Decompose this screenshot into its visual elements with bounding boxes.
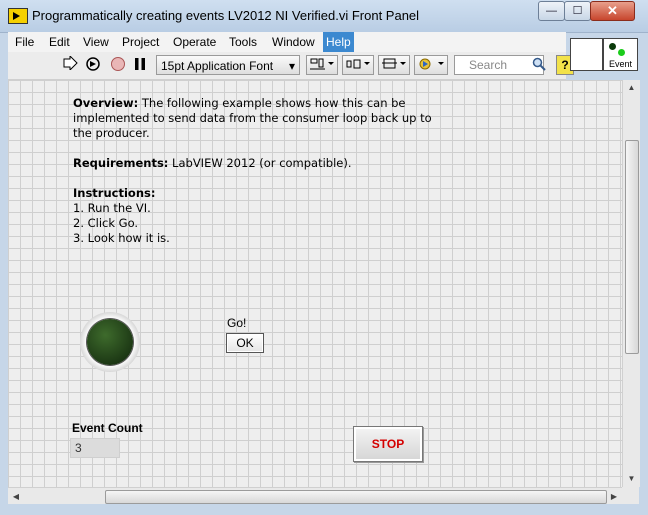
menu-view[interactable]: View xyxy=(80,32,112,52)
vertical-scroll-thumb[interactable] xyxy=(625,140,639,354)
event-count-label: Event Count xyxy=(72,421,143,435)
boolean-led-indicator xyxy=(87,319,133,365)
vertical-scrollbar[interactable]: ▲ ▼ xyxy=(622,80,640,487)
window-bottom-border xyxy=(0,504,648,515)
instruction-step: 1. Run the VI. xyxy=(73,201,151,215)
labview-app-icon xyxy=(8,8,28,24)
scroll-down-icon[interactable]: ▼ xyxy=(623,471,640,487)
led-icon-dark xyxy=(609,43,616,50)
align-objects-icon[interactable] xyxy=(306,55,338,75)
menu-bar: File Edit View Project Operate Tools Win… xyxy=(8,32,566,52)
maximize-button[interactable]: ☐ xyxy=(564,1,591,21)
vi-icon[interactable]: Event xyxy=(603,38,638,71)
search-icon[interactable] xyxy=(532,57,546,74)
font-select[interactable]: 15pt Application Font ▾ xyxy=(156,55,300,75)
stop-button[interactable]: STOP xyxy=(353,426,423,462)
front-panel: Overview: The following example shows ho… xyxy=(8,80,622,487)
reorder-icon[interactable] xyxy=(414,55,448,75)
chevron-down-icon: ▾ xyxy=(288,59,295,73)
overview-heading: Overview: xyxy=(73,96,139,110)
event-count-indicator: 3 xyxy=(70,438,120,458)
scroll-up-icon[interactable]: ▲ xyxy=(623,80,640,96)
description-text: Overview: The following example shows ho… xyxy=(73,96,443,246)
abort-icon[interactable] xyxy=(108,55,128,75)
menu-window[interactable]: Window xyxy=(269,32,318,52)
title-bar: Programmatically creating events LV2012 … xyxy=(0,0,648,33)
horizontal-scrollbar[interactable]: ◀ ▶ xyxy=(8,487,622,505)
instruction-step: 2. Click Go. xyxy=(73,216,139,230)
instruction-step: 3. Look how it is. xyxy=(73,231,170,245)
pause-icon[interactable] xyxy=(130,55,150,75)
scroll-left-icon[interactable]: ◀ xyxy=(8,488,24,505)
minimize-button[interactable]: — xyxy=(538,1,565,21)
resize-objects-icon[interactable] xyxy=(378,55,410,75)
window-title: Programmatically creating events LV2012 … xyxy=(32,8,420,23)
toolbar: 15pt Application Font ▾ Search ? xyxy=(8,52,574,80)
horizontal-scroll-thumb[interactable] xyxy=(105,490,607,504)
go-ok-button[interactable]: OK xyxy=(226,333,264,353)
menu-edit[interactable]: Edit xyxy=(46,32,73,52)
requirements-paragraph: Requirements: LabVIEW 2012 (or compatibl… xyxy=(73,156,443,171)
distribute-objects-icon[interactable] xyxy=(342,55,374,75)
menu-file[interactable]: File xyxy=(12,32,37,52)
led-icon-bright xyxy=(618,49,625,56)
requirements-heading: Requirements: xyxy=(73,156,169,170)
requirements-text: LabVIEW 2012 (or compatible). xyxy=(168,156,352,170)
close-button[interactable]: ✕ xyxy=(590,1,635,21)
menu-operate[interactable]: Operate xyxy=(170,32,219,52)
run-continuously-icon[interactable] xyxy=(82,55,104,75)
search-input[interactable]: Search xyxy=(454,55,544,75)
size-grip-icon[interactable] xyxy=(622,487,639,504)
run-arrow-icon[interactable] xyxy=(60,54,80,75)
vi-icon-label: Event xyxy=(608,59,632,69)
go-label: Go! xyxy=(227,316,247,330)
connector-pane[interactable] xyxy=(570,38,603,71)
instructions-heading: Instructions: xyxy=(73,186,156,200)
scroll-right-icon[interactable]: ▶ xyxy=(606,488,622,505)
menu-tools[interactable]: Tools xyxy=(226,32,260,52)
menu-project[interactable]: Project xyxy=(119,32,162,52)
font-select-label: 15pt Application Font xyxy=(161,59,274,73)
overview-paragraph: Overview: The following example shows ho… xyxy=(73,96,443,141)
menu-help[interactable]: Help xyxy=(323,32,354,52)
